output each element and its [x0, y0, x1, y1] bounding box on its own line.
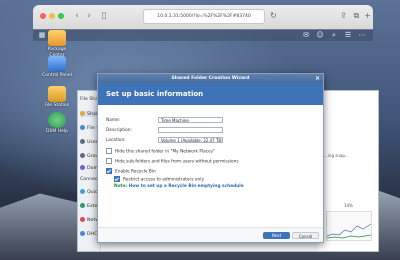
restrict-admin-checkbox[interactable]	[114, 176, 120, 182]
control-panel-label: Control Panel	[42, 73, 72, 78]
minimize-window-button[interactable]	[49, 13, 55, 19]
recycle-schedule-link[interactable]: How to set up a Recycle Bin emptying sch…	[129, 184, 244, 189]
file-services-icon	[80, 125, 85, 130]
search-icon[interactable]: ⌕	[329, 30, 339, 40]
close-window-button[interactable]	[40, 13, 46, 19]
control-panel-shortcut[interactable]: Control Panel	[40, 56, 74, 79]
network-icon	[80, 217, 85, 222]
option-hide-subfolders[interactable]: Hide sub-folders and files from users wi…	[106, 158, 239, 165]
widgets-icon[interactable]: ☰	[343, 30, 353, 40]
file-station-shortcut[interactable]: File Station	[40, 86, 74, 109]
sidebar-icon[interactable]: ▯	[98, 10, 110, 22]
wizard-footer: Next Cancel	[98, 227, 323, 242]
forward-arrow-icon[interactable]: ›	[83, 10, 95, 22]
widget-text: ...ing snap...	[324, 153, 349, 158]
location-select[interactable]: Volume 1 (Available: 22.47 TB)	[158, 137, 223, 143]
back-arrow-icon[interactable]: ‹	[71, 10, 83, 22]
package-center-icon	[48, 30, 66, 46]
hide-folder-checkbox[interactable]	[106, 148, 112, 154]
name-label: Name:	[106, 118, 121, 123]
share-icon[interactable]: ⇪	[338, 10, 349, 21]
option-recycle-bin[interactable]: Enable Recycle Bin	[106, 168, 156, 175]
options-icon[interactable]: ⋯	[357, 30, 367, 40]
usage-line-1	[326, 223, 372, 237]
cpu-percent: 14%	[344, 203, 353, 208]
description-label: Description:	[106, 128, 132, 133]
shared-folder-wizard: Shared Folder Creation Wizard × Set up b…	[97, 73, 324, 243]
wizard-title-bar: Shared Folder Creation Wizard ×	[98, 74, 323, 83]
option-hide-folder[interactable]: Hide this shared folder in "My Network P…	[106, 148, 215, 155]
external-access-icon	[80, 203, 85, 208]
recycle-bin-checkbox[interactable]	[106, 168, 112, 174]
location-value: Volume 1 (Available: 22.47 TB)	[161, 138, 223, 143]
new-tab-icon[interactable]: +	[362, 10, 373, 21]
wizard-header: Set up basic information	[98, 83, 323, 105]
dhcp-icon	[80, 231, 85, 236]
usage-graph-lines	[326, 223, 372, 239]
package-center-shortcut[interactable]: Package Center	[40, 30, 74, 58]
note-prefix: Note:	[114, 184, 128, 189]
user-icon[interactable]: ☺	[315, 30, 325, 40]
tabs-icon[interactable]: ⧉	[351, 10, 362, 21]
zoom-window-button[interactable]	[58, 13, 64, 19]
usage-line-2	[326, 234, 372, 239]
file-station-icon	[48, 86, 66, 102]
browser-toolbar: ‹ › ▯ 10.0.1.31:5000/?lo=%2F%2F%2F#83740…	[33, 5, 373, 30]
option-restrict-admin[interactable]: Restrict access to administrators only	[114, 176, 204, 183]
dsm-help-shortcut[interactable]: DSM Help	[40, 112, 74, 135]
option-label: Restrict access to administrators only	[123, 177, 205, 183]
dsm-help-label: DSM Help	[46, 129, 68, 134]
help-icon	[48, 112, 66, 128]
cancel-button[interactable]: Cancel	[292, 232, 319, 239]
usage-graph	[326, 211, 372, 241]
notification-icon[interactable]: ✉	[301, 30, 311, 40]
location-label: Location:	[106, 138, 126, 143]
address-bar[interactable]: 10.0.1.31:5000/?lo=%2F%2F%2F#83740	[143, 9, 265, 24]
wizard-title: Shared Folder Creation Wizard	[171, 76, 250, 81]
quickconnect-icon	[80, 189, 85, 194]
control-panel-icon	[48, 56, 66, 72]
file-station-label: File Station	[44, 103, 70, 108]
option-label: Enable Recycle Bin	[115, 169, 156, 175]
name-input[interactable]: Time Machine	[158, 117, 223, 123]
dsm-taskbar: ▦ ▣ ✉ ☺ ⌕ ☰ ⋯	[33, 29, 373, 41]
resource-monitor-widget: ...ing snap... 14% 1%	[318, 91, 378, 251]
hide-subfolders-checkbox[interactable]	[106, 158, 112, 164]
close-icon[interactable]: ×	[315, 74, 320, 83]
reload-icon[interactable]: ↻	[268, 10, 279, 21]
domain-icon	[80, 165, 85, 170]
group-icon	[80, 153, 85, 158]
sidebar-item-user[interactable]: User	[80, 139, 98, 145]
recycle-note: Note: How to set up a Recycle Bin emptyi…	[114, 184, 244, 189]
option-label: Hide sub-folders and files from users wi…	[115, 159, 239, 165]
folder-icon	[80, 111, 85, 116]
description-input[interactable]	[158, 127, 223, 133]
user-icon	[80, 139, 85, 144]
next-button[interactable]: Next	[263, 232, 290, 239]
option-label: Hide this shared folder in "My Network P…	[115, 149, 216, 155]
